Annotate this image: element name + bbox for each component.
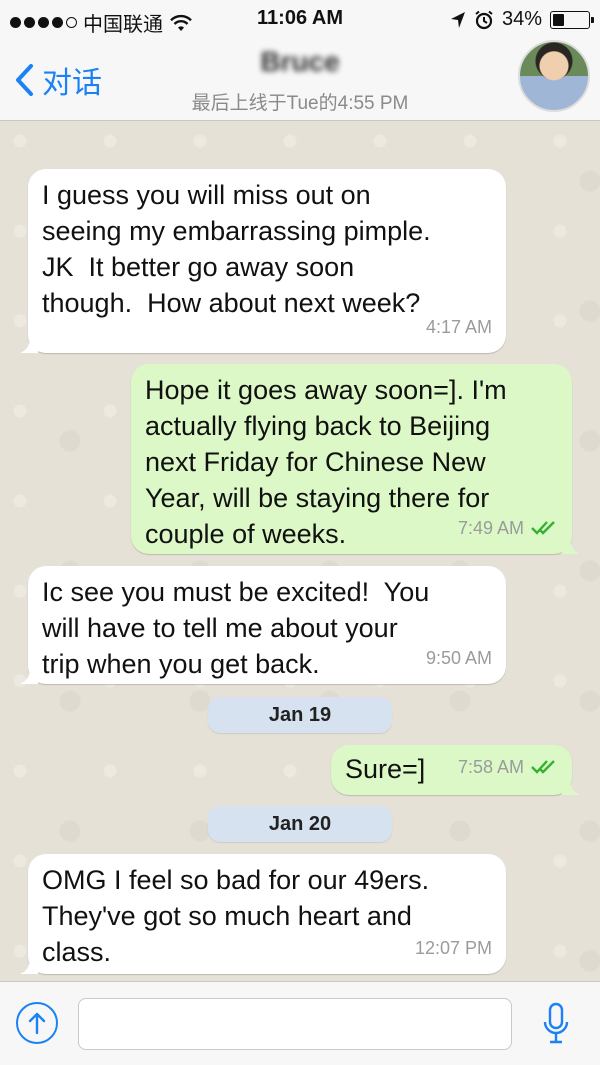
message-text: Ic see you must be excited! You will hav… — [42, 577, 430, 679]
chat-screen: 中国联通 11:06 AM 34% 对话 Bruce 最后上线于Tue的4:55… — [0, 0, 600, 1065]
microphone-icon — [543, 1002, 569, 1044]
battery-icon — [550, 10, 594, 29]
message-bubble-incoming[interactable]: Ic see you must be excited! You will hav… — [20, 566, 506, 684]
message-bubble-outgoing[interactable]: Sure=] 7:58 AM — [331, 745, 580, 795]
status-bar: 中国联通 11:06 AM 34% — [0, 0, 600, 40]
message-time: 7:58 AM — [457, 757, 524, 777]
message-text: I guess you will miss out on seeing my e… — [42, 180, 431, 318]
avatar[interactable] — [518, 40, 590, 112]
status-right: 34% — [450, 8, 594, 31]
double-check-icon — [531, 521, 555, 535]
message-list[interactable]: I guess you will miss out on seeing my e… — [0, 121, 600, 981]
attach-button[interactable] — [16, 1002, 58, 1044]
double-check-icon — [531, 760, 555, 774]
message-time: 12:07 PM — [414, 938, 492, 958]
contact-name-text: Bruce — [260, 46, 340, 77]
date-separator: Jan 20 — [208, 806, 392, 842]
message-time: 7:49 AM — [457, 518, 524, 538]
contact-name[interactable]: Bruce — [0, 46, 600, 78]
alarm-icon — [475, 10, 493, 29]
message-time: 9:50 AM — [425, 648, 492, 668]
message-time: 4:17 AM — [425, 317, 492, 337]
battery-percent: 34% — [501, 8, 542, 30]
message-bubble-outgoing[interactable]: Hope it goes away soon=]. I'm actually f… — [131, 364, 580, 554]
microphone-button[interactable] — [540, 1000, 572, 1048]
arrow-up-icon — [28, 1012, 46, 1035]
message-input[interactable] — [78, 998, 512, 1050]
message-bubble-incoming[interactable]: OMG I feel so bad for our 49ers. They've… — [20, 854, 506, 974]
input-bar — [0, 981, 600, 1065]
date-separator: Jan 19 — [208, 697, 392, 733]
last-seen-status: 最后上线于Tue的4:55 PM — [191, 93, 409, 114]
nav-bar: 对话 Bruce 最后上线于Tue的4:55 PM — [0, 40, 600, 121]
message-bubble-incoming[interactable]: I guess you will miss out on seeing my e… — [20, 169, 506, 353]
location-arrow-icon — [450, 11, 465, 28]
